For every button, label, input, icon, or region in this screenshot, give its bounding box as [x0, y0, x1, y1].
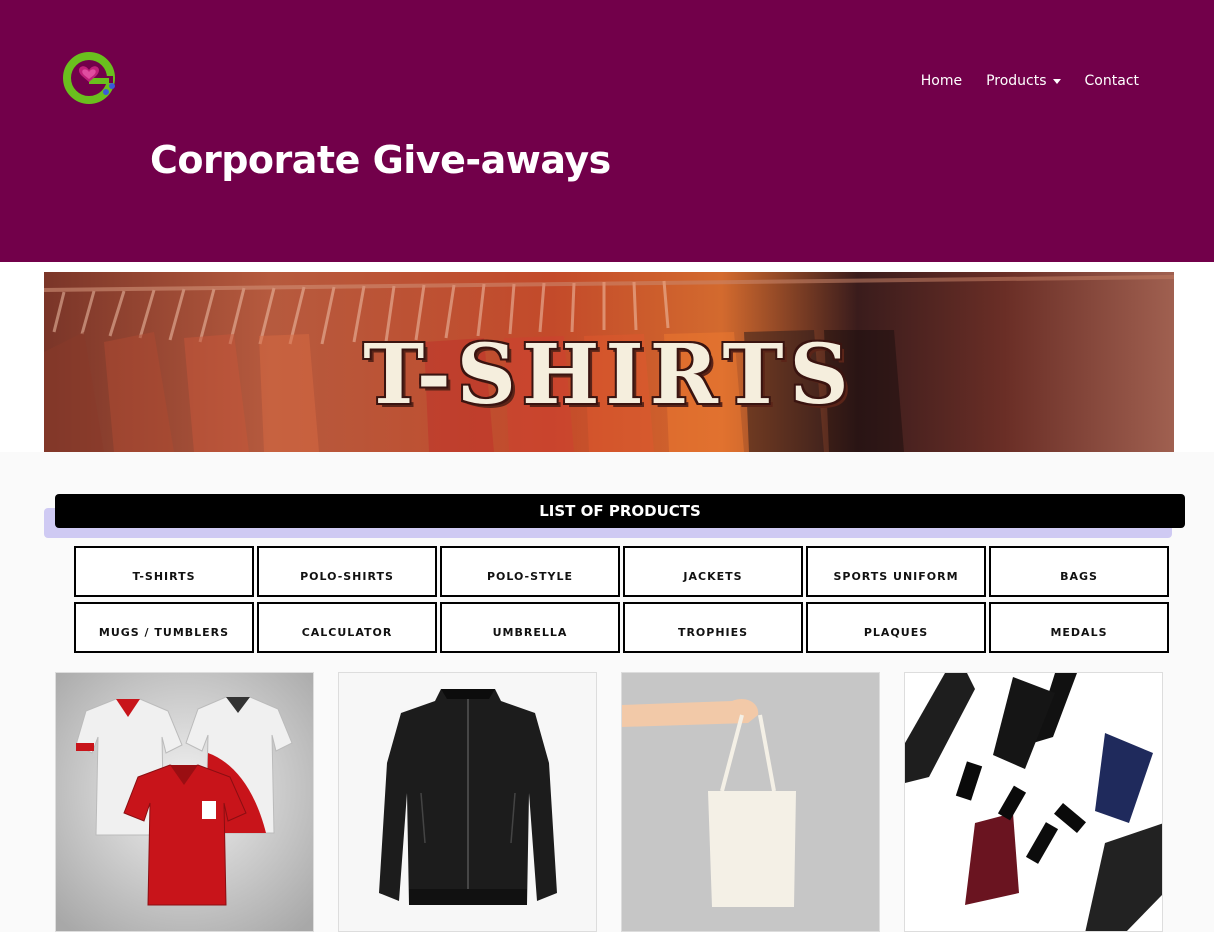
list-of-products-heading: LIST OF PRODUCTS	[55, 494, 1185, 528]
main-nav: Home Products Contact	[909, 73, 1151, 89]
nav-contact[interactable]: Contact	[1073, 73, 1151, 89]
product-card-umbrellas[interactable]	[904, 672, 1163, 932]
category-trophies[interactable]: TROPHIES	[623, 602, 803, 653]
product-card-polo-shirts[interactable]	[55, 672, 314, 932]
category-jackets[interactable]: JACKETS	[623, 546, 803, 597]
jacket-image	[339, 673, 596, 931]
nav-home-label: Home	[920, 73, 963, 89]
nav-products-dropdown[interactable]: Products	[974, 73, 1072, 89]
page-title: Corporate Give-aways	[150, 138, 611, 182]
category-calculator[interactable]: CALCULATOR	[257, 602, 437, 653]
category-polo-shirts[interactable]: POLO-SHIRTS	[257, 546, 437, 597]
polo-shirts-image	[56, 673, 313, 931]
umbrellas-image	[905, 673, 1162, 931]
product-cards	[55, 672, 1163, 932]
category-medals[interactable]: MEDALS	[989, 602, 1169, 653]
category-mugs-tumblers[interactable]: MUGS / TUMBLERS	[74, 602, 254, 653]
category-bags[interactable]: BAGS	[989, 546, 1169, 597]
category-umbrella[interactable]: UMBRELLA	[440, 602, 620, 653]
category-polo-style[interactable]: POLO-STYLE	[440, 546, 620, 597]
site-header: Home Products Contact Corporate Give-awa…	[0, 0, 1214, 262]
category-sports-uniform[interactable]: SPORTS UNIFORM	[806, 546, 986, 597]
product-card-jacket[interactable]	[338, 672, 597, 932]
caret-down-icon	[1052, 78, 1061, 84]
nav-contact-label: Contact	[1084, 73, 1139, 89]
banner-title: T-SHIRTS	[363, 327, 855, 423]
tote-bag-image	[622, 673, 879, 931]
nav-products-label: Products	[986, 73, 1047, 89]
logo[interactable]	[60, 50, 122, 108]
category-plaques[interactable]: PLAQUES	[806, 602, 986, 653]
category-tshirts[interactable]: T-SHIRTS	[74, 546, 254, 597]
tshirts-banner: T-SHIRTS	[44, 272, 1174, 452]
nav-home[interactable]: Home	[909, 73, 974, 89]
product-card-tote-bag[interactable]	[621, 672, 880, 932]
category-grid: T-SHIRTS POLO-SHIRTS POLO-STYLE JACKETS …	[74, 546, 1172, 653]
